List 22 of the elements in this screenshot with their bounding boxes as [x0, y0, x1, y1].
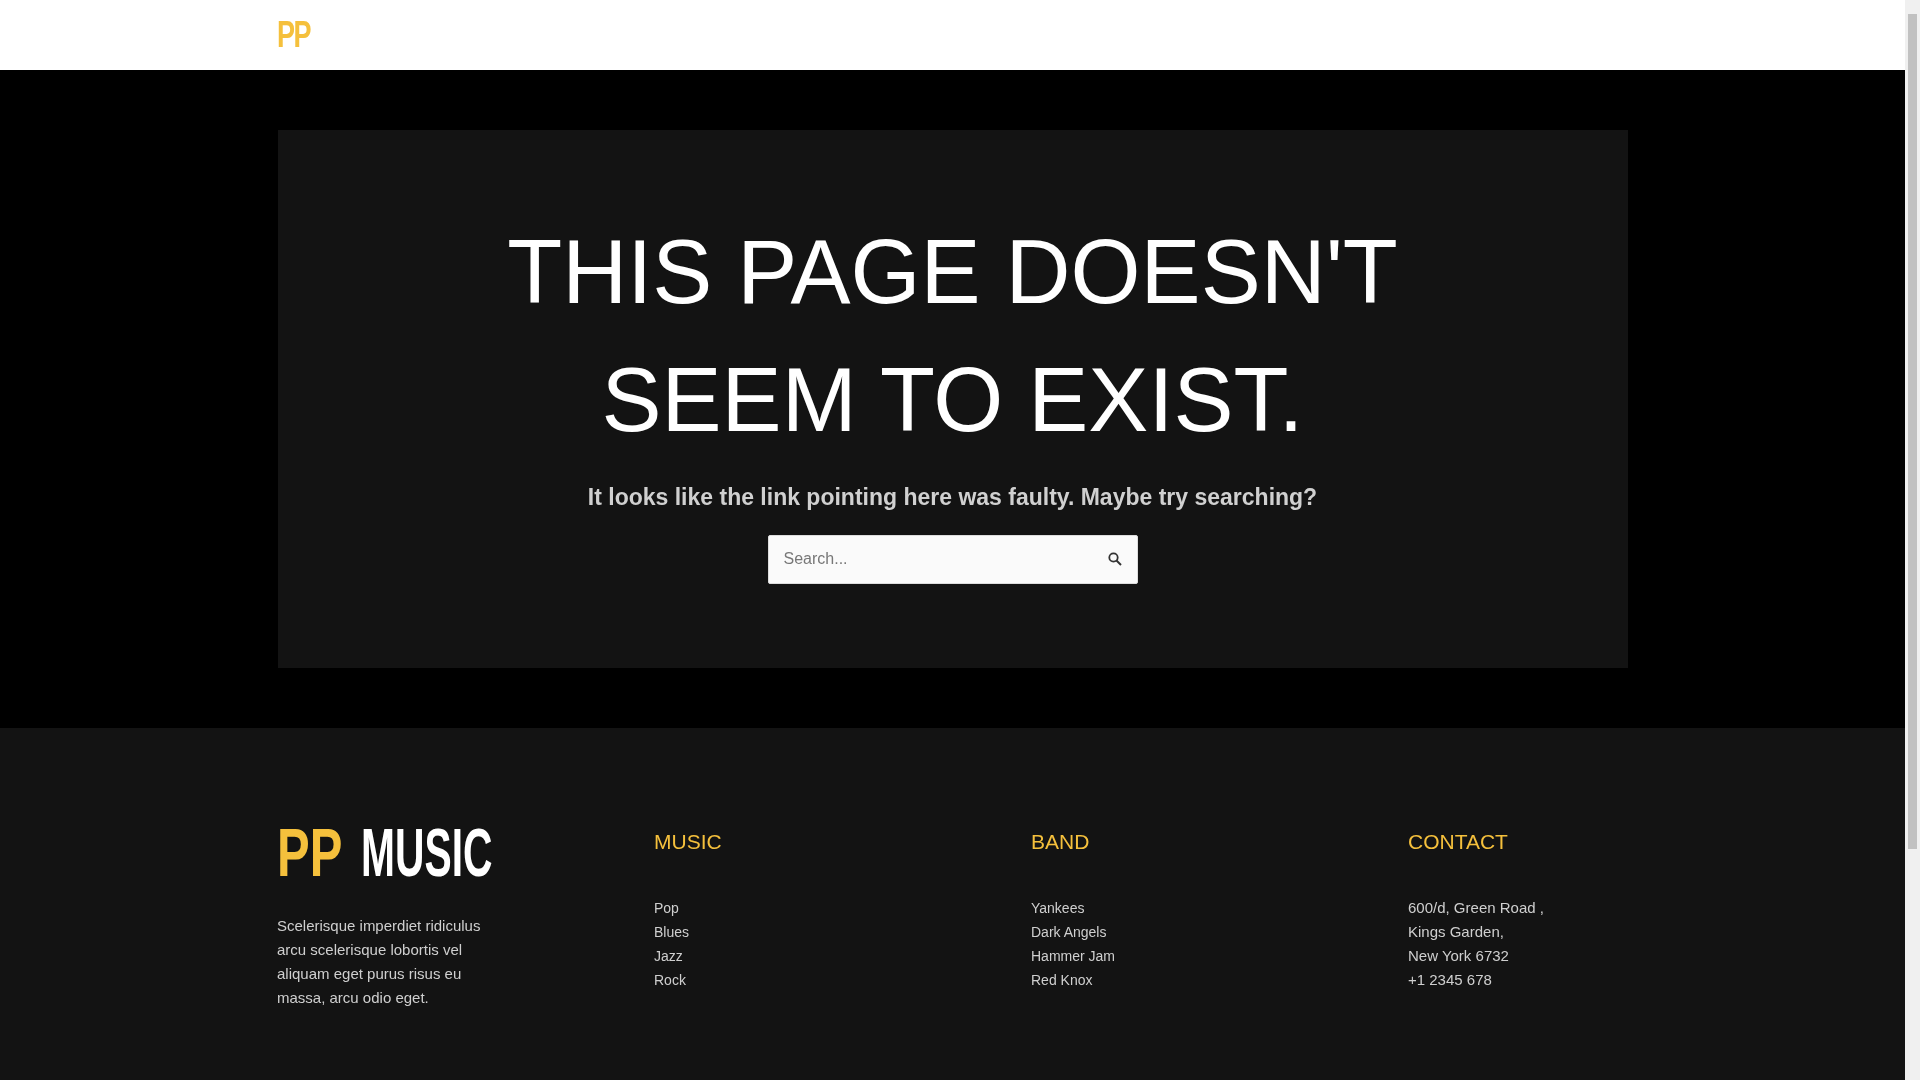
column-heading: CONTACT — [1408, 829, 1509, 855]
scrollbar[interactable] — [1905, 0, 1920, 1080]
footer-link[interactable]: Pop — [654, 899, 679, 916]
column-heading: MUSIC — [654, 829, 723, 855]
footer-link[interactable]: Red Knox — [1031, 971, 1093, 988]
footer-link[interactable]: Yankees — [1031, 899, 1085, 916]
footer-link[interactable]: Jazz — [654, 947, 683, 964]
contact-line: 600/d, Green Road , — [1408, 897, 1545, 918]
error-message: It looks like the link pointing here was faulty. Maybe try searching? — [587, 483, 1318, 512]
search-field[interactable]: Search... — [767, 534, 1138, 584]
footer-link[interactable]: Blues — [654, 923, 690, 940]
search-icon[interactable] — [1107, 551, 1122, 566]
about-text: Scelerisque imperdiet ridiculus arcu scelerisque lobortis vel aliquam eget purus risus eu massa, arcu odio eget. — [277, 916, 482, 1008]
footer-logo[interactable]: PP MUSIC — [277, 828, 654, 886]
footer-link[interactable]: Dark Angels — [1031, 923, 1107, 940]
contact-line: Kings Garden, — [1408, 921, 1505, 942]
footer-link[interactable]: Rock — [654, 971, 686, 988]
footer-link[interactable]: Hammer Jam — [1031, 947, 1115, 964]
column-heading: BAND — [1031, 829, 1091, 855]
contact-line: New York 6732 — [1408, 945, 1510, 966]
error-heading: THIS PAGE DOESN'T SEEM TO EXIST. — [506, 221, 1399, 452]
contact-line: +1 2345 678 — [1408, 969, 1493, 990]
